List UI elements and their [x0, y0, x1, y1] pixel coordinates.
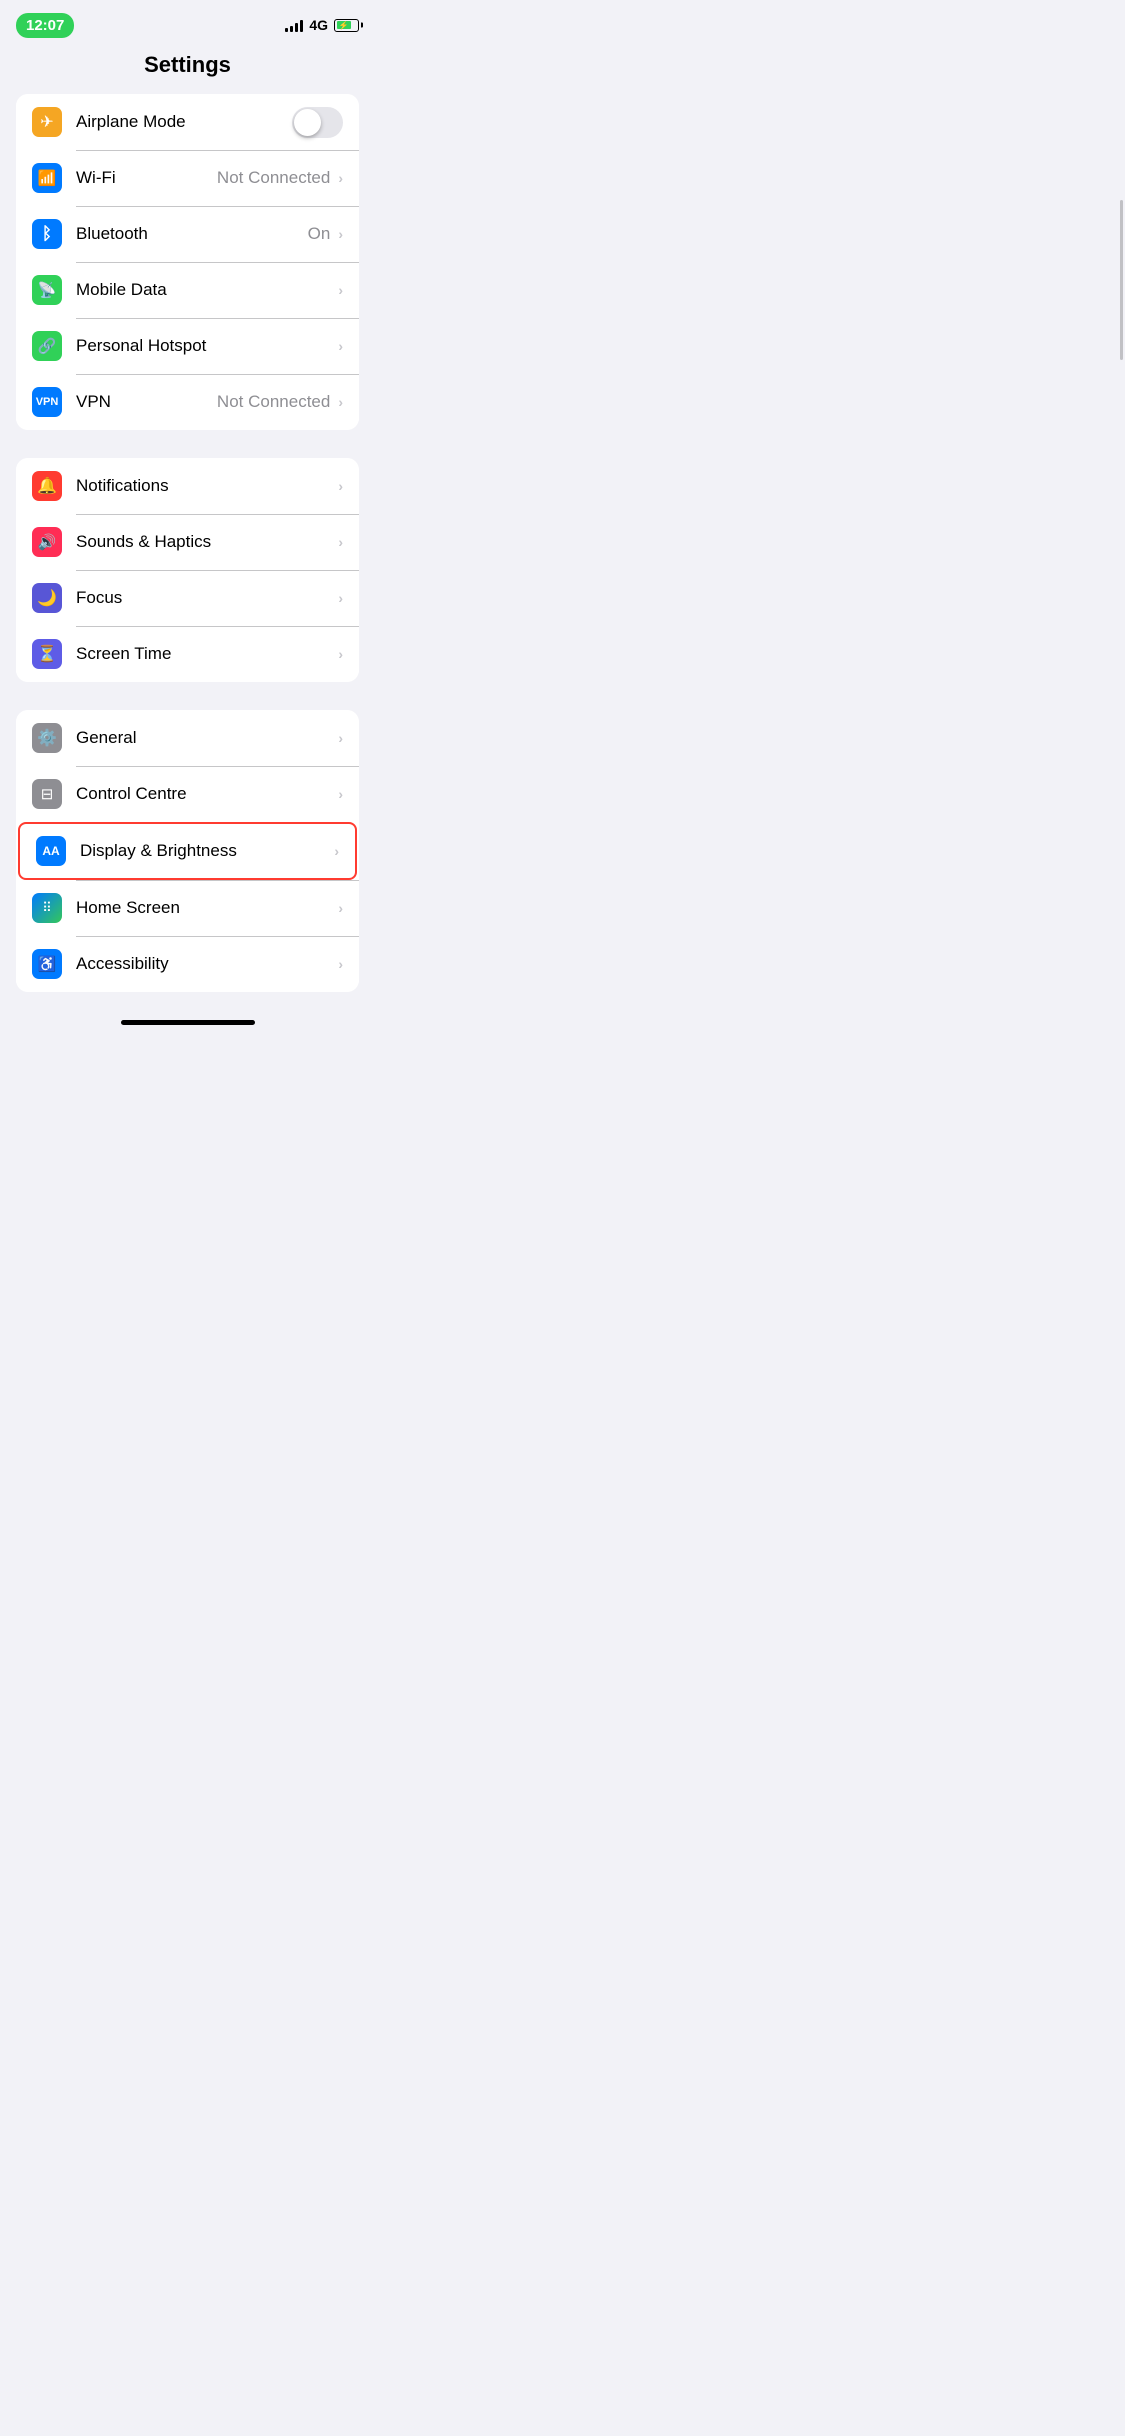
airplane-mode-row[interactable]: ✈ Airplane Mode — [16, 94, 359, 150]
battery-bolt-icon: ⚡ — [339, 21, 349, 30]
notifications-chevron-icon: › — [338, 478, 343, 494]
status-bar: 12:07 4G ⚡ — [0, 0, 375, 44]
control-centre-icon-bg: ⊟ — [32, 779, 62, 809]
toggle-knob — [294, 109, 321, 136]
notifications-icon-bg: 🔔 — [32, 471, 62, 501]
accessibility-icon-bg: ♿ — [32, 949, 62, 979]
display-brightness-icon-bg: AA — [36, 836, 66, 866]
aa-icon: AA — [42, 844, 59, 858]
bluetooth-chevron-icon: › — [338, 226, 343, 242]
mobile-data-row[interactable]: 📡 Mobile Data › — [16, 262, 359, 318]
display-brightness-label: Display & Brightness — [80, 841, 332, 861]
focus-row[interactable]: 🌙 Focus › — [16, 570, 359, 626]
sounds-icon-bg: 🔊 — [32, 527, 62, 557]
personal-hotspot-label: Personal Hotspot — [76, 336, 336, 356]
general-row[interactable]: ⚙️ General › — [16, 710, 359, 766]
home-screen-icon-bg: ⠿ — [32, 893, 62, 923]
airplane-mode-icon: ✈ — [32, 107, 62, 137]
display-brightness-row[interactable]: AA Display & Brightness › — [18, 822, 357, 880]
bluetooth-row[interactable]: ᛒ Bluetooth On › — [16, 206, 359, 262]
connectivity-group: ✈ Airplane Mode 📶 Wi-Fi Not Connected › … — [16, 94, 359, 430]
wifi-chevron-icon: › — [338, 170, 343, 186]
home-indicator — [121, 1020, 255, 1025]
gear-icon: ⚙️ — [37, 728, 57, 748]
battery: ⚡ — [334, 19, 359, 32]
airplane-mode-toggle[interactable] — [292, 107, 343, 138]
moon-icon: 🌙 — [37, 588, 57, 608]
focus-icon-bg: 🌙 — [32, 583, 62, 613]
bell-icon: 🔔 — [37, 476, 57, 496]
network-type: 4G — [309, 17, 328, 33]
status-right: 4G ⚡ — [285, 17, 359, 33]
vpn-value: Not Connected — [217, 392, 330, 412]
vpn-row[interactable]: VPN VPN Not Connected › — [16, 374, 359, 430]
sound-icon: 🔊 — [38, 533, 57, 551]
status-time: 12:07 — [16, 13, 74, 38]
wifi-icon-bg: 📶 — [32, 163, 62, 193]
notifications-group: 🔔 Notifications › 🔊 Sounds & Haptics › 🌙… — [16, 458, 359, 682]
battery-shell: ⚡ — [334, 19, 359, 32]
signal-bar-1 — [285, 28, 288, 32]
control-centre-row[interactable]: ⊟ Control Centre › — [16, 766, 359, 822]
signal-bar-4 — [300, 20, 303, 32]
notifications-label: Notifications — [76, 476, 336, 496]
accessibility-icon: ♿ — [38, 955, 57, 973]
screen-time-icon-bg: ⏳ — [32, 639, 62, 669]
accessibility-row[interactable]: ♿ Accessibility › — [16, 936, 359, 992]
control-centre-label: Control Centre — [76, 784, 336, 804]
general-chevron-icon: › — [338, 730, 343, 746]
signal-bar-3 — [295, 23, 298, 32]
battery-fill: ⚡ — [337, 21, 351, 29]
mobile-data-icon-bg: 📡 — [32, 275, 62, 305]
hotspot-icon-bg: 🔗 — [32, 331, 62, 361]
airplane-mode-label: Airplane Mode — [76, 112, 292, 132]
grid-icon: ⠿ — [42, 900, 52, 916]
screen-time-chevron-icon: › — [338, 646, 343, 662]
general-icon-bg: ⚙️ — [32, 723, 62, 753]
focus-label: Focus — [76, 588, 336, 608]
focus-chevron-icon: › — [338, 590, 343, 606]
vpn-icon-bg: VPN — [32, 387, 62, 417]
bluetooth-value: On — [308, 224, 331, 244]
wifi-icon: 📶 — [38, 169, 57, 187]
wifi-label: Wi-Fi — [76, 168, 217, 188]
control-centre-chevron-icon: › — [338, 786, 343, 802]
bluetooth-icon: ᛒ — [42, 224, 52, 244]
home-screen-label: Home Screen — [76, 898, 336, 918]
sounds-chevron-icon: › — [338, 534, 343, 550]
screen-time-row[interactable]: ⏳ Screen Time › — [16, 626, 359, 682]
hourglass-icon: ⏳ — [37, 644, 57, 664]
hotspot-icon: 🔗 — [38, 337, 57, 355]
notifications-row[interactable]: 🔔 Notifications › — [16, 458, 359, 514]
wifi-value: Not Connected — [217, 168, 330, 188]
mobile-data-icon: 📡 — [38, 281, 57, 299]
vpn-chevron-icon: › — [338, 394, 343, 410]
vpn-icon: VPN — [36, 396, 59, 408]
wifi-row[interactable]: 📶 Wi-Fi Not Connected › — [16, 150, 359, 206]
sounds-haptics-row[interactable]: 🔊 Sounds & Haptics › — [16, 514, 359, 570]
general-label: General — [76, 728, 336, 748]
page-title: Settings — [0, 44, 375, 94]
screen-time-label: Screen Time — [76, 644, 336, 664]
mobile-data-chevron-icon: › — [338, 282, 343, 298]
toggle-icon: ⊟ — [41, 785, 54, 803]
signal-bars — [285, 18, 303, 32]
accessibility-label: Accessibility — [76, 954, 336, 974]
system-group: ⚙️ General › ⊟ Control Centre › AA Displ… — [16, 710, 359, 992]
airplane-icon: ✈ — [40, 112, 53, 132]
vpn-label: VPN — [76, 392, 217, 412]
mobile-data-label: Mobile Data — [76, 280, 336, 300]
accessibility-chevron-icon: › — [338, 956, 343, 972]
signal-bar-2 — [290, 26, 293, 32]
hotspot-chevron-icon: › — [338, 338, 343, 354]
sounds-haptics-label: Sounds & Haptics — [76, 532, 336, 552]
scroll-indicator — [1120, 200, 1123, 360]
bluetooth-label: Bluetooth — [76, 224, 308, 244]
home-screen-row[interactable]: ⠿ Home Screen › — [16, 880, 359, 936]
bluetooth-icon-bg: ᛒ — [32, 219, 62, 249]
personal-hotspot-row[interactable]: 🔗 Personal Hotspot › — [16, 318, 359, 374]
home-screen-chevron-icon: › — [338, 900, 343, 916]
display-brightness-chevron-icon: › — [334, 843, 339, 859]
